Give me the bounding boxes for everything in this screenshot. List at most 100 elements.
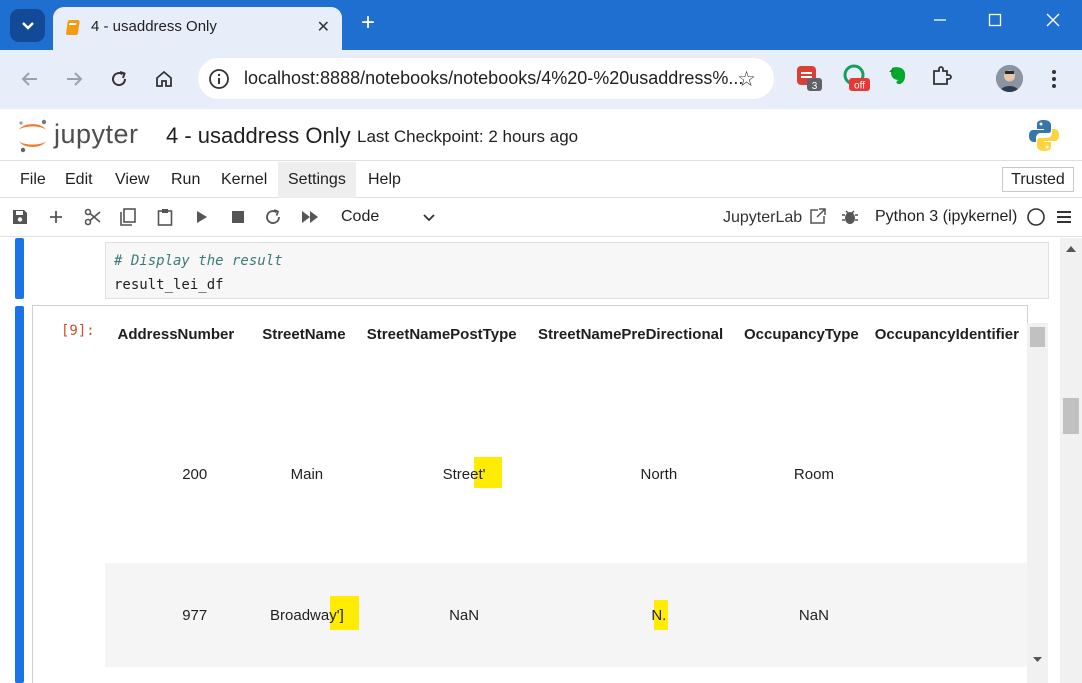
reload-button[interactable] bbox=[107, 67, 131, 91]
toolbar-menu-button[interactable] bbox=[1054, 207, 1074, 227]
menu-help[interactable]: Help bbox=[358, 162, 411, 198]
plus-icon bbox=[50, 211, 62, 223]
code-line: result_lei_df bbox=[114, 277, 224, 293]
restart-run-all-button[interactable] bbox=[300, 207, 320, 227]
minimize-icon bbox=[934, 19, 946, 21]
window-minimize-button[interactable] bbox=[925, 12, 955, 38]
page-scrollbar[interactable] bbox=[1060, 238, 1082, 683]
last-checkpoint: Last Checkpoint: 2 hours ago bbox=[357, 127, 579, 146]
notebook-toolbar: Code JupyterLab Python 3 (ipykernel) bbox=[0, 199, 1082, 237]
back-button[interactable] bbox=[18, 67, 42, 91]
maximize-icon bbox=[988, 13, 1002, 27]
browser-tab[interactable]: 4 - usaddress Only ✕ bbox=[53, 7, 342, 50]
window-close-button[interactable] bbox=[1038, 12, 1068, 38]
column-header: StreetName bbox=[262, 325, 346, 343]
forward-button[interactable] bbox=[62, 67, 86, 91]
url-text: localhost:8888/notebooks/notebooks/4%20-… bbox=[244, 68, 744, 88]
menu-settings[interactable]: Settings bbox=[278, 162, 356, 198]
menu-run[interactable]: Run bbox=[161, 162, 210, 198]
table-cell bbox=[867, 360, 1027, 563]
table-cell: 977 bbox=[105, 563, 243, 667]
cell-value: N. bbox=[651, 606, 667, 624]
paste-cell-button[interactable] bbox=[155, 207, 175, 227]
column-header: StreetNamePreDirectional bbox=[538, 325, 724, 343]
table-cell: N. bbox=[524, 563, 732, 667]
clipboard-icon bbox=[157, 209, 173, 226]
open-jupyterlab-link[interactable]: JupyterLab bbox=[723, 208, 827, 227]
home-button[interactable] bbox=[152, 67, 176, 91]
notebook-title[interactable]: 4 - usaddress Only bbox=[166, 123, 351, 149]
browser-toolbar: localhost:8888/notebooks/notebooks/4%20-… bbox=[0, 50, 1082, 109]
table-header-row: AddressNumber StreetName StreetNamePostT… bbox=[105, 308, 1027, 360]
output-scroll-thumb[interactable] bbox=[1030, 327, 1045, 347]
table-cell bbox=[866, 563, 1027, 667]
output-scrollbar[interactable] bbox=[1027, 323, 1048, 683]
extensions-puzzle-icon[interactable] bbox=[930, 64, 958, 92]
menu-file[interactable]: File bbox=[10, 162, 56, 198]
menu-view[interactable]: View bbox=[105, 162, 159, 198]
restart-kernel-button[interactable] bbox=[263, 207, 283, 227]
browser-titlebar: 4 - usaddress Only ✕ + bbox=[0, 0, 1082, 50]
address-bar[interactable]: localhost:8888/notebooks/notebooks/4%20-… bbox=[198, 58, 774, 99]
table-cell: North bbox=[640, 465, 678, 483]
kernel-status-indicator bbox=[1026, 207, 1046, 227]
bookmark-star-icon[interactable]: ☆ bbox=[737, 67, 756, 92]
kernel-idle-icon bbox=[1027, 208, 1045, 226]
code-comment: # Display the result bbox=[114, 253, 283, 269]
cell-collapser[interactable] bbox=[15, 238, 24, 299]
column-header: StreetNamePostType bbox=[366, 325, 517, 343]
python-logo-icon bbox=[1029, 120, 1059, 151]
copy-cell-button[interactable] bbox=[118, 207, 138, 227]
highlighted-value: Broadway'] bbox=[270, 595, 360, 630]
insert-cell-button[interactable] bbox=[46, 207, 66, 227]
restart-icon bbox=[266, 209, 280, 224]
highlighted-value: Street' bbox=[443, 456, 502, 488]
jupyter-header: jupyter 4 - usaddress Only Last Checkpoi… bbox=[0, 109, 1082, 161]
output-collapser[interactable] bbox=[15, 306, 24, 683]
column-header: AddressNumber bbox=[117, 325, 235, 343]
table-cell: Street' bbox=[354, 360, 525, 563]
home-icon bbox=[156, 70, 172, 87]
trusted-indicator[interactable]: Trusted bbox=[1002, 167, 1074, 192]
output-prompt: [9]: bbox=[61, 323, 95, 339]
tab-close-icon[interactable]: ✕ bbox=[317, 17, 330, 37]
tab-title: 4 - usaddress Only bbox=[91, 18, 217, 35]
stop-icon bbox=[232, 211, 244, 223]
cell-value: Broadway'] bbox=[270, 606, 344, 624]
jupyter-logo-icon[interactable] bbox=[15, 117, 50, 153]
external-link-icon bbox=[809, 208, 826, 224]
browser-menu-icon[interactable] bbox=[1046, 66, 1062, 92]
new-tab-button[interactable]: + bbox=[356, 11, 380, 36]
cell-type-select[interactable]: Code bbox=[341, 208, 379, 226]
chevron-down-icon bbox=[21, 21, 34, 30]
menu-edit[interactable]: Edit bbox=[55, 162, 103, 198]
profile-avatar[interactable] bbox=[996, 65, 1023, 92]
evernote-extension-icon[interactable] bbox=[886, 64, 914, 92]
grammar-extension-icon[interactable]: off bbox=[842, 64, 870, 92]
page-scroll-thumb[interactable] bbox=[1063, 398, 1079, 434]
cut-cell-button[interactable] bbox=[83, 207, 103, 227]
kernel-name[interactable]: Python 3 (ipykernel) bbox=[875, 208, 1017, 226]
save-button[interactable] bbox=[10, 207, 30, 227]
menu-bar: File Edit View Run Kernel Settings Help … bbox=[0, 162, 1082, 198]
interrupt-kernel-button[interactable] bbox=[228, 207, 248, 227]
play-icon bbox=[197, 211, 207, 223]
tab-search-button[interactable] bbox=[10, 9, 45, 42]
window-maximize-button[interactable] bbox=[980, 12, 1010, 38]
scroll-down-icon bbox=[1033, 657, 1042, 662]
site-info-icon[interactable] bbox=[208, 68, 230, 90]
debugger-button[interactable] bbox=[840, 207, 860, 227]
column-header: OccupancyType bbox=[743, 325, 859, 343]
code-cell-input[interactable]: # Display the result result_lei_df bbox=[105, 242, 1049, 299]
table-cell: Room bbox=[793, 465, 834, 483]
copy-icon bbox=[120, 208, 136, 226]
fast-forward-icon bbox=[302, 211, 318, 223]
run-cell-button[interactable] bbox=[191, 207, 211, 227]
table-cell: Main bbox=[290, 465, 324, 483]
table-row: 977 Broadway'] NaN N. NaN bbox=[105, 563, 1027, 667]
chevron-down-icon[interactable] bbox=[422, 211, 436, 225]
reload-icon bbox=[112, 71, 127, 87]
todoist-extension-icon[interactable]: 3 bbox=[795, 64, 823, 92]
menu-kernel[interactable]: Kernel bbox=[211, 162, 277, 198]
scissors-icon bbox=[84, 208, 101, 226]
